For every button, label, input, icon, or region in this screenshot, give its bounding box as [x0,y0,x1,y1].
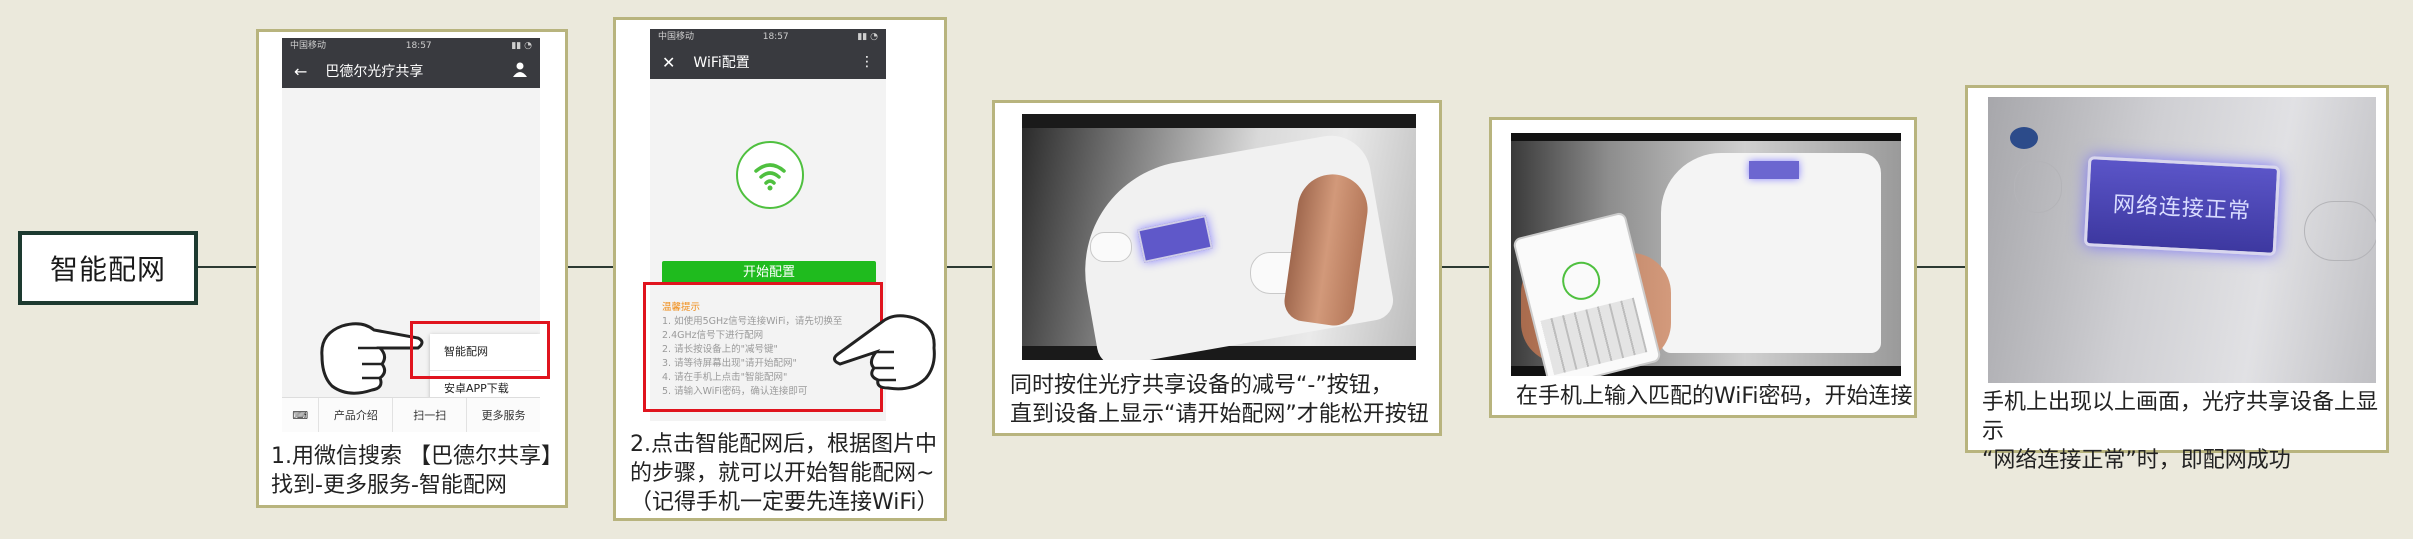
tab-more-services[interactable]: 更多服务 [466,398,540,432]
device-plus-button [1090,232,1132,262]
phone-wifi-photo [1511,133,1901,376]
connector-line [1442,266,1490,268]
app-bar: ✕ WiFi配置 ⋮ [650,45,886,79]
status-bar: 中国移动 18:57 ▮▮ ◔ [650,29,886,45]
back-arrow-icon[interactable]: ← [294,62,307,81]
device-display: 网络连接正常 [2083,156,2281,256]
close-icon[interactable]: ✕ [662,53,675,72]
more-options-icon[interactable]: ⋮ [860,54,874,70]
connector-line [1916,266,1966,268]
phone-keyboard [1540,297,1648,376]
app-title: 巴德尔光疗共享 [325,64,424,80]
app-title: WiFi配置 [693,55,750,71]
wifi-icon [1558,257,1605,304]
keyboard-icon[interactable]: ⌨ [282,398,318,432]
device-minus-button [2304,201,2376,261]
start-label-box: 智能配网 [18,231,198,305]
connector-line [198,266,256,268]
step3-card: 同时按住光疗共享设备的减号“-”按钮， 直到设备上显示“请开始配网”才能松开按钮 [992,100,1442,436]
device-button-photo [1022,114,1416,360]
step3-caption: 同时按住光疗共享设备的减号“-”按钮， 直到设备上显示“请开始配网”才能松开按钮 [1010,373,1429,427]
bottom-menu-bar: ⌨ 产品介绍 扫一扫 更多服务 [282,397,540,432]
status-icons: ▮▮ ◔ [511,41,532,51]
status-bar: 中国移动 18:57 ▮▮ ◔ [282,38,540,54]
step5-caption: 手机上出现以上画面，光疗共享设备上显示 “网络连接正常”时，即配网成功 [1982,390,2379,473]
tab-product-intro[interactable]: 产品介绍 [318,398,392,432]
person-icon[interactable] [512,61,528,81]
step1-card: 中国移动 18:57 ▮▮ ◔ ← 巴德尔光疗共享 智能配网 安卓APP下载 ⌨… [256,29,568,508]
start-label: 智能配网 [49,253,166,286]
step2-caption: 2.点击智能配网后，根据图片中 的步骤，就可以开始智能配网~ （记得手机一定要先… [630,432,939,515]
step2-card: 中国移动 18:57 ▮▮ ◔ ✕ WiFi配置 ⋮ 开始配置 温馨提示 1. … [613,17,947,521]
status-icons: ▮▮ ◔ [857,32,878,42]
step5-card: 网络连接正常 手机上出现以上画面，光疗共享设备上显示 “网络连接正常”时，即配网… [1965,85,2389,473]
pointing-hand-icon [833,314,936,391]
step4-caption: 在手机上输入匹配的WiFi密码，开始连接 [1516,384,1913,409]
device-body [1661,153,1881,353]
connector-line [946,266,992,268]
status-time: 18:57 [405,41,432,51]
tab-scan[interactable]: 扫一扫 [392,398,466,432]
wifi-icon [736,141,804,209]
status-time: 18:57 [762,32,789,42]
status-carrier: 中国移动 [658,32,695,42]
device-display-text: 网络连接正常 [2112,192,2252,225]
step4-card: 在手机上输入匹配的WiFi密码，开始连接 [1489,117,1917,418]
step1-caption: 1.用微信搜索 【巴德尔共享】 找到-更多服务-智能配网 [271,444,563,498]
status-carrier: 中国移动 [290,41,327,51]
device-logo [2010,127,2038,149]
device-plus-button [2014,161,2062,213]
highlight-box [410,321,550,379]
connector-line [568,266,614,268]
device-screen [1749,161,1799,179]
device-screen-photo: 网络连接正常 [1988,97,2376,383]
app-bar: ← 巴德尔光疗共享 [282,54,540,88]
